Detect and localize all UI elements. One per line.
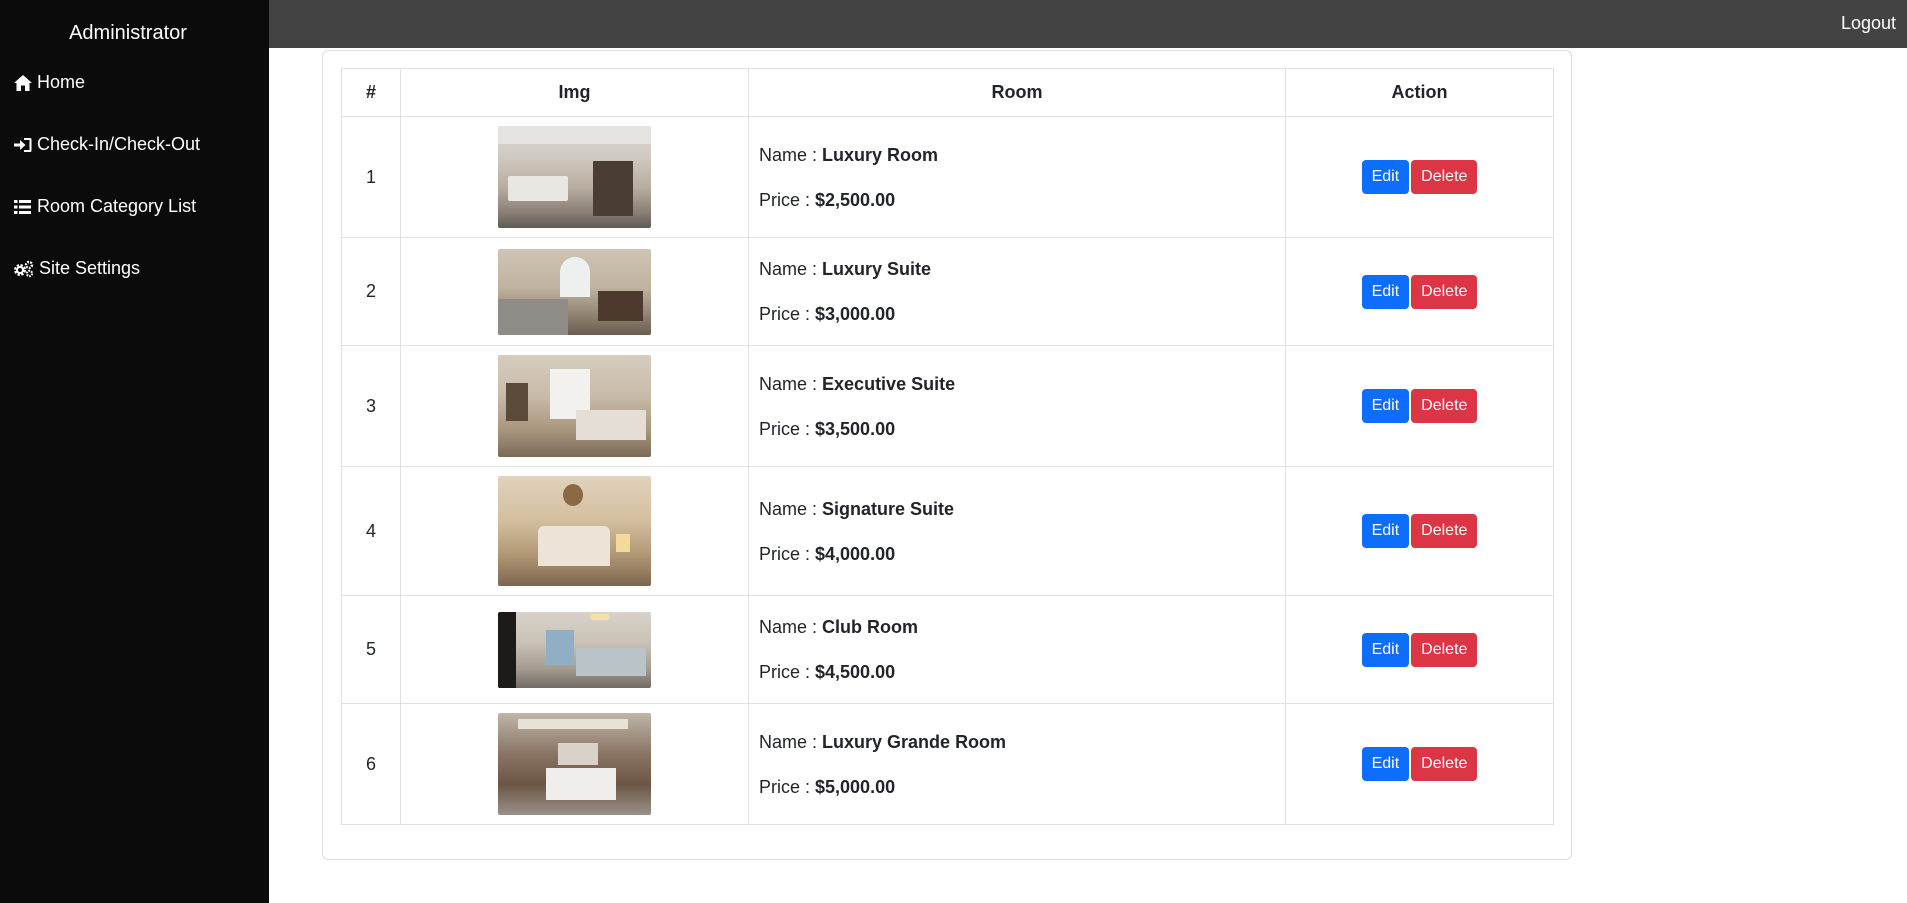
room-name: Club Room — [822, 617, 919, 637]
sidebar-item-site-settings[interactable]: Site Settings — [13, 258, 140, 279]
room-info: Name : Club Room Price : $4,500.00 — [748, 595, 1286, 704]
sidebar-item-home[interactable]: Home — [13, 72, 85, 93]
room-image — [498, 713, 651, 815]
name-label: Name : — [759, 498, 823, 519]
sidebar-item-room-category-list[interactable]: Room Category List — [13, 196, 196, 217]
sidebar-item-check-in-out[interactable]: Check-In/Check-Out — [13, 134, 200, 155]
room-price: $3,000.00 — [815, 304, 896, 324]
row-actions: Edit Delete — [1285, 116, 1554, 238]
room-info: Name : Luxury Suite Price : $3,000.00 — [748, 237, 1286, 346]
price-label: Price : — [759, 418, 816, 439]
name-label: Name : — [759, 373, 823, 394]
room-info: Name : Luxury Grande Room Price : $5,000… — [748, 703, 1286, 825]
room-info: Name : Executive Suite Price : $3,500.00 — [748, 345, 1286, 467]
room-image-cell — [400, 237, 749, 346]
table-row: 5 Name : Club Room Price : $4,500.00 Edi… — [341, 595, 1554, 704]
row-number: 3 — [341, 345, 401, 467]
row-number: 5 — [341, 595, 401, 704]
delete-button[interactable]: Delete — [1411, 632, 1478, 667]
price-label: Price : — [759, 776, 816, 797]
price-label: Price : — [759, 189, 816, 210]
sidebar-item-label: Home — [37, 72, 86, 92]
price-label: Price : — [759, 543, 816, 564]
table-row: 2 Name : Luxury Suite Price : $3,000.00 … — [341, 237, 1554, 346]
table-row: 6 Name : Luxury Grande Room Price : $5,0… — [341, 703, 1554, 825]
sidebar-item-label: Site Settings — [39, 258, 141, 278]
row-number: 1 — [341, 116, 401, 238]
edit-button[interactable]: Edit — [1361, 274, 1410, 309]
sidebar: Administrator Home Check-In/Check-Out Ro… — [0, 0, 269, 903]
table-row: 4 Name : Signature Suite Price : $4,000.… — [341, 466, 1554, 596]
edit-button[interactable]: Edit — [1361, 514, 1410, 548]
row-number: 4 — [341, 466, 401, 596]
room-image — [498, 355, 651, 457]
room-image-cell — [400, 116, 749, 238]
sidebar-item-label: Room Category List — [37, 196, 197, 216]
room-image-cell — [400, 703, 749, 825]
home-icon — [14, 74, 32, 91]
delete-button[interactable]: Delete — [1411, 389, 1478, 423]
room-price: $4,500.00 — [815, 662, 896, 682]
room-price: $4,000.00 — [815, 543, 896, 564]
room-image-cell — [400, 466, 749, 596]
room-name: Luxury Room — [822, 144, 939, 165]
room-name: Signature Suite — [822, 498, 955, 519]
room-name: Executive Suite — [822, 373, 956, 394]
room-image — [498, 126, 651, 228]
topbar: Logout — [269, 0, 1907, 48]
row-actions: Edit Delete — [1285, 703, 1554, 825]
room-image-cell — [400, 595, 749, 704]
edit-button[interactable]: Edit — [1361, 160, 1410, 194]
row-actions: Edit Delete — [1285, 466, 1554, 596]
room-image — [498, 248, 651, 335]
edit-button[interactable]: Edit — [1361, 747, 1410, 781]
column-header: # — [341, 68, 401, 117]
name-label: Name : — [759, 259, 823, 279]
name-label: Name : — [759, 731, 823, 752]
room-name: Luxury Grande Room — [822, 731, 1007, 752]
name-label: Name : — [759, 144, 823, 165]
room-info: Name : Luxury Room Price : $2,500.00 — [748, 116, 1286, 238]
room-image — [498, 611, 651, 688]
room-image — [498, 476, 651, 586]
delete-button[interactable]: Delete — [1411, 274, 1478, 309]
price-label: Price : — [759, 304, 816, 324]
row-number: 2 — [341, 237, 401, 346]
logout-link[interactable]: Logout — [1841, 13, 1896, 34]
room-category-table: # Img Room Action 1 Name : Luxury Room P… — [341, 68, 1554, 825]
gears-icon — [14, 260, 34, 277]
row-actions: Edit Delete — [1285, 345, 1554, 467]
edit-button[interactable]: Edit — [1361, 632, 1410, 667]
sidebar-brand: Administrator — [69, 22, 187, 44]
column-header: Action — [1285, 68, 1554, 117]
room-info: Name : Signature Suite Price : $4,000.00 — [748, 466, 1286, 596]
table-row: 1 Name : Luxury Room Price : $2,500.00 E… — [341, 116, 1554, 238]
row-actions: Edit Delete — [1285, 595, 1554, 704]
row-number: 6 — [341, 703, 401, 825]
room-price: $2,500.00 — [815, 189, 896, 210]
column-header: Img — [400, 68, 749, 117]
name-label: Name : — [759, 617, 823, 637]
delete-button[interactable]: Delete — [1411, 514, 1478, 548]
room-price: $5,000.00 — [815, 776, 896, 797]
price-label: Price : — [759, 662, 816, 682]
room-name: Luxury Suite — [822, 259, 932, 279]
delete-button[interactable]: Delete — [1411, 160, 1478, 194]
edit-button[interactable]: Edit — [1361, 389, 1410, 423]
room-price: $3,500.00 — [815, 418, 896, 439]
sign-in-icon — [14, 137, 32, 152]
table-row: 3 Name : Executive Suite Price : $3,500.… — [341, 345, 1554, 467]
delete-button[interactable]: Delete — [1411, 747, 1478, 781]
list-icon — [14, 199, 31, 214]
column-header: Room — [748, 68, 1286, 117]
room-image-cell — [400, 345, 749, 467]
row-actions: Edit Delete — [1285, 237, 1554, 346]
sidebar-item-label: Check-In/Check-Out — [37, 134, 201, 154]
